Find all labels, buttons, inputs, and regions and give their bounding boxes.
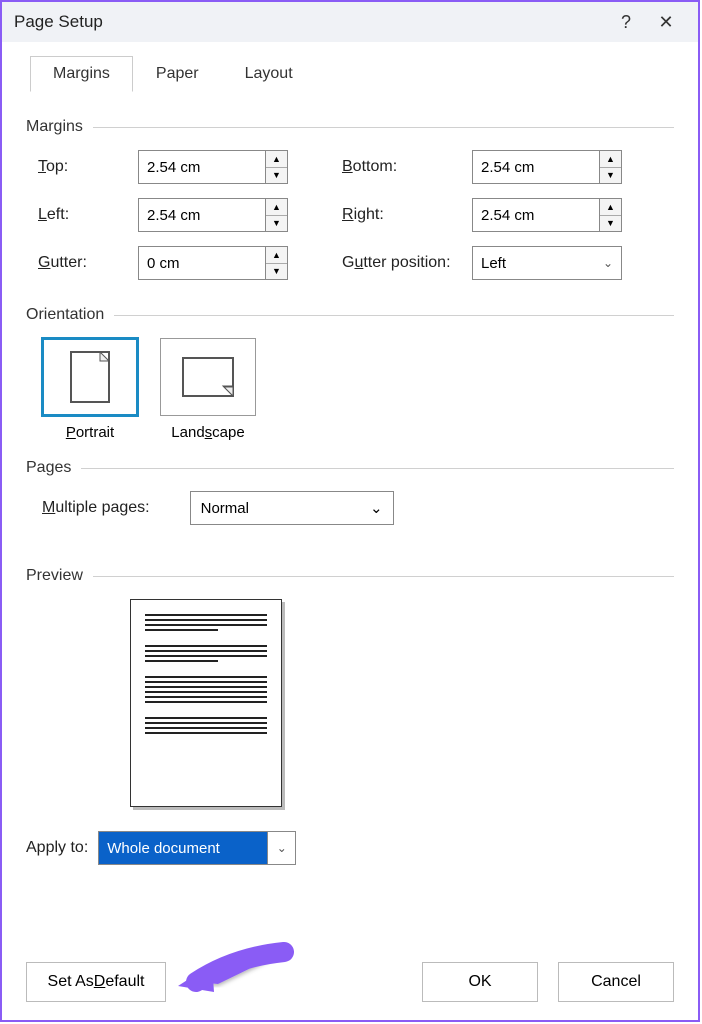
top-down[interactable]: ▼ bbox=[266, 168, 287, 184]
top-up[interactable]: ▲ bbox=[266, 151, 287, 168]
left-down[interactable]: ▼ bbox=[266, 216, 287, 232]
gutter-position-select[interactable]: Left ⌄ bbox=[472, 246, 622, 280]
tab-strip: Margins Paper Layout bbox=[30, 56, 698, 92]
left-label: Left: bbox=[38, 206, 138, 224]
margins-group-header: Margins bbox=[26, 118, 674, 136]
help-button[interactable]: ? bbox=[606, 12, 646, 33]
gutter-label: Gutter: bbox=[38, 254, 138, 272]
chevron-down-icon: ⌄ bbox=[603, 256, 613, 270]
bottom-label: Bottom: bbox=[342, 158, 472, 176]
cancel-button[interactable]: Cancel bbox=[558, 962, 674, 1002]
close-button[interactable]: ✕ bbox=[646, 12, 686, 33]
pages-group-header: Pages bbox=[26, 459, 674, 477]
chevron-down-icon[interactable]: ⌄ bbox=[268, 831, 296, 865]
right-spinner[interactable]: ▲▼ bbox=[472, 198, 632, 232]
titlebar: Page Setup ? ✕ bbox=[2, 2, 698, 42]
orientation-portrait[interactable] bbox=[42, 338, 138, 416]
multiple-pages-label: Multiple pages: bbox=[42, 499, 150, 517]
chevron-down-icon: ⌄ bbox=[370, 499, 383, 517]
gutter-down[interactable]: ▼ bbox=[266, 264, 287, 280]
dialog-title: Page Setup bbox=[14, 12, 606, 32]
portrait-label: Portrait bbox=[42, 424, 138, 441]
left-up[interactable]: ▲ bbox=[266, 199, 287, 216]
tab-layout[interactable]: Layout bbox=[222, 56, 316, 92]
tab-margins[interactable]: Margins bbox=[30, 56, 133, 92]
orientation-landscape[interactable] bbox=[160, 338, 256, 416]
bottom-spinner[interactable]: ▲▼ bbox=[472, 150, 632, 184]
apply-to-label: Apply to: bbox=[26, 839, 88, 857]
landscape-label: Landscape bbox=[160, 424, 256, 441]
right-input[interactable] bbox=[472, 198, 600, 232]
apply-to-select[interactable]: Whole document ⌄ bbox=[98, 831, 296, 865]
bottom-down[interactable]: ▼ bbox=[600, 168, 621, 184]
set-as-default-button[interactable]: Set As Default bbox=[26, 962, 166, 1002]
tab-paper[interactable]: Paper bbox=[133, 56, 222, 92]
multiple-pages-select[interactable]: Normal ⌄ bbox=[190, 491, 394, 525]
top-spinner[interactable]: ▲▼ bbox=[138, 150, 298, 184]
gutter-position-label: Gutter position: bbox=[342, 254, 472, 272]
top-input[interactable] bbox=[138, 150, 266, 184]
right-up[interactable]: ▲ bbox=[600, 199, 621, 216]
right-down[interactable]: ▼ bbox=[600, 216, 621, 232]
bottom-up[interactable]: ▲ bbox=[600, 151, 621, 168]
left-spinner[interactable]: ▲▼ bbox=[138, 198, 298, 232]
bottom-input[interactable] bbox=[472, 150, 600, 184]
top-label: Top: bbox=[38, 158, 138, 176]
gutter-input[interactable] bbox=[138, 246, 266, 280]
landscape-page-icon bbox=[182, 357, 234, 397]
ok-button[interactable]: OK bbox=[422, 962, 538, 1002]
gutter-spinner[interactable]: ▲▼ bbox=[138, 246, 298, 280]
preview-group-header: Preview bbox=[26, 567, 674, 585]
left-input[interactable] bbox=[138, 198, 266, 232]
portrait-page-icon bbox=[70, 351, 110, 403]
page-setup-dialog: Page Setup ? ✕ Margins Paper Layout Marg… bbox=[0, 0, 700, 1022]
gutter-up[interactable]: ▲ bbox=[266, 247, 287, 264]
orientation-group-header: Orientation bbox=[26, 306, 674, 324]
preview-page-icon bbox=[130, 599, 282, 807]
right-label: Right: bbox=[342, 206, 472, 224]
